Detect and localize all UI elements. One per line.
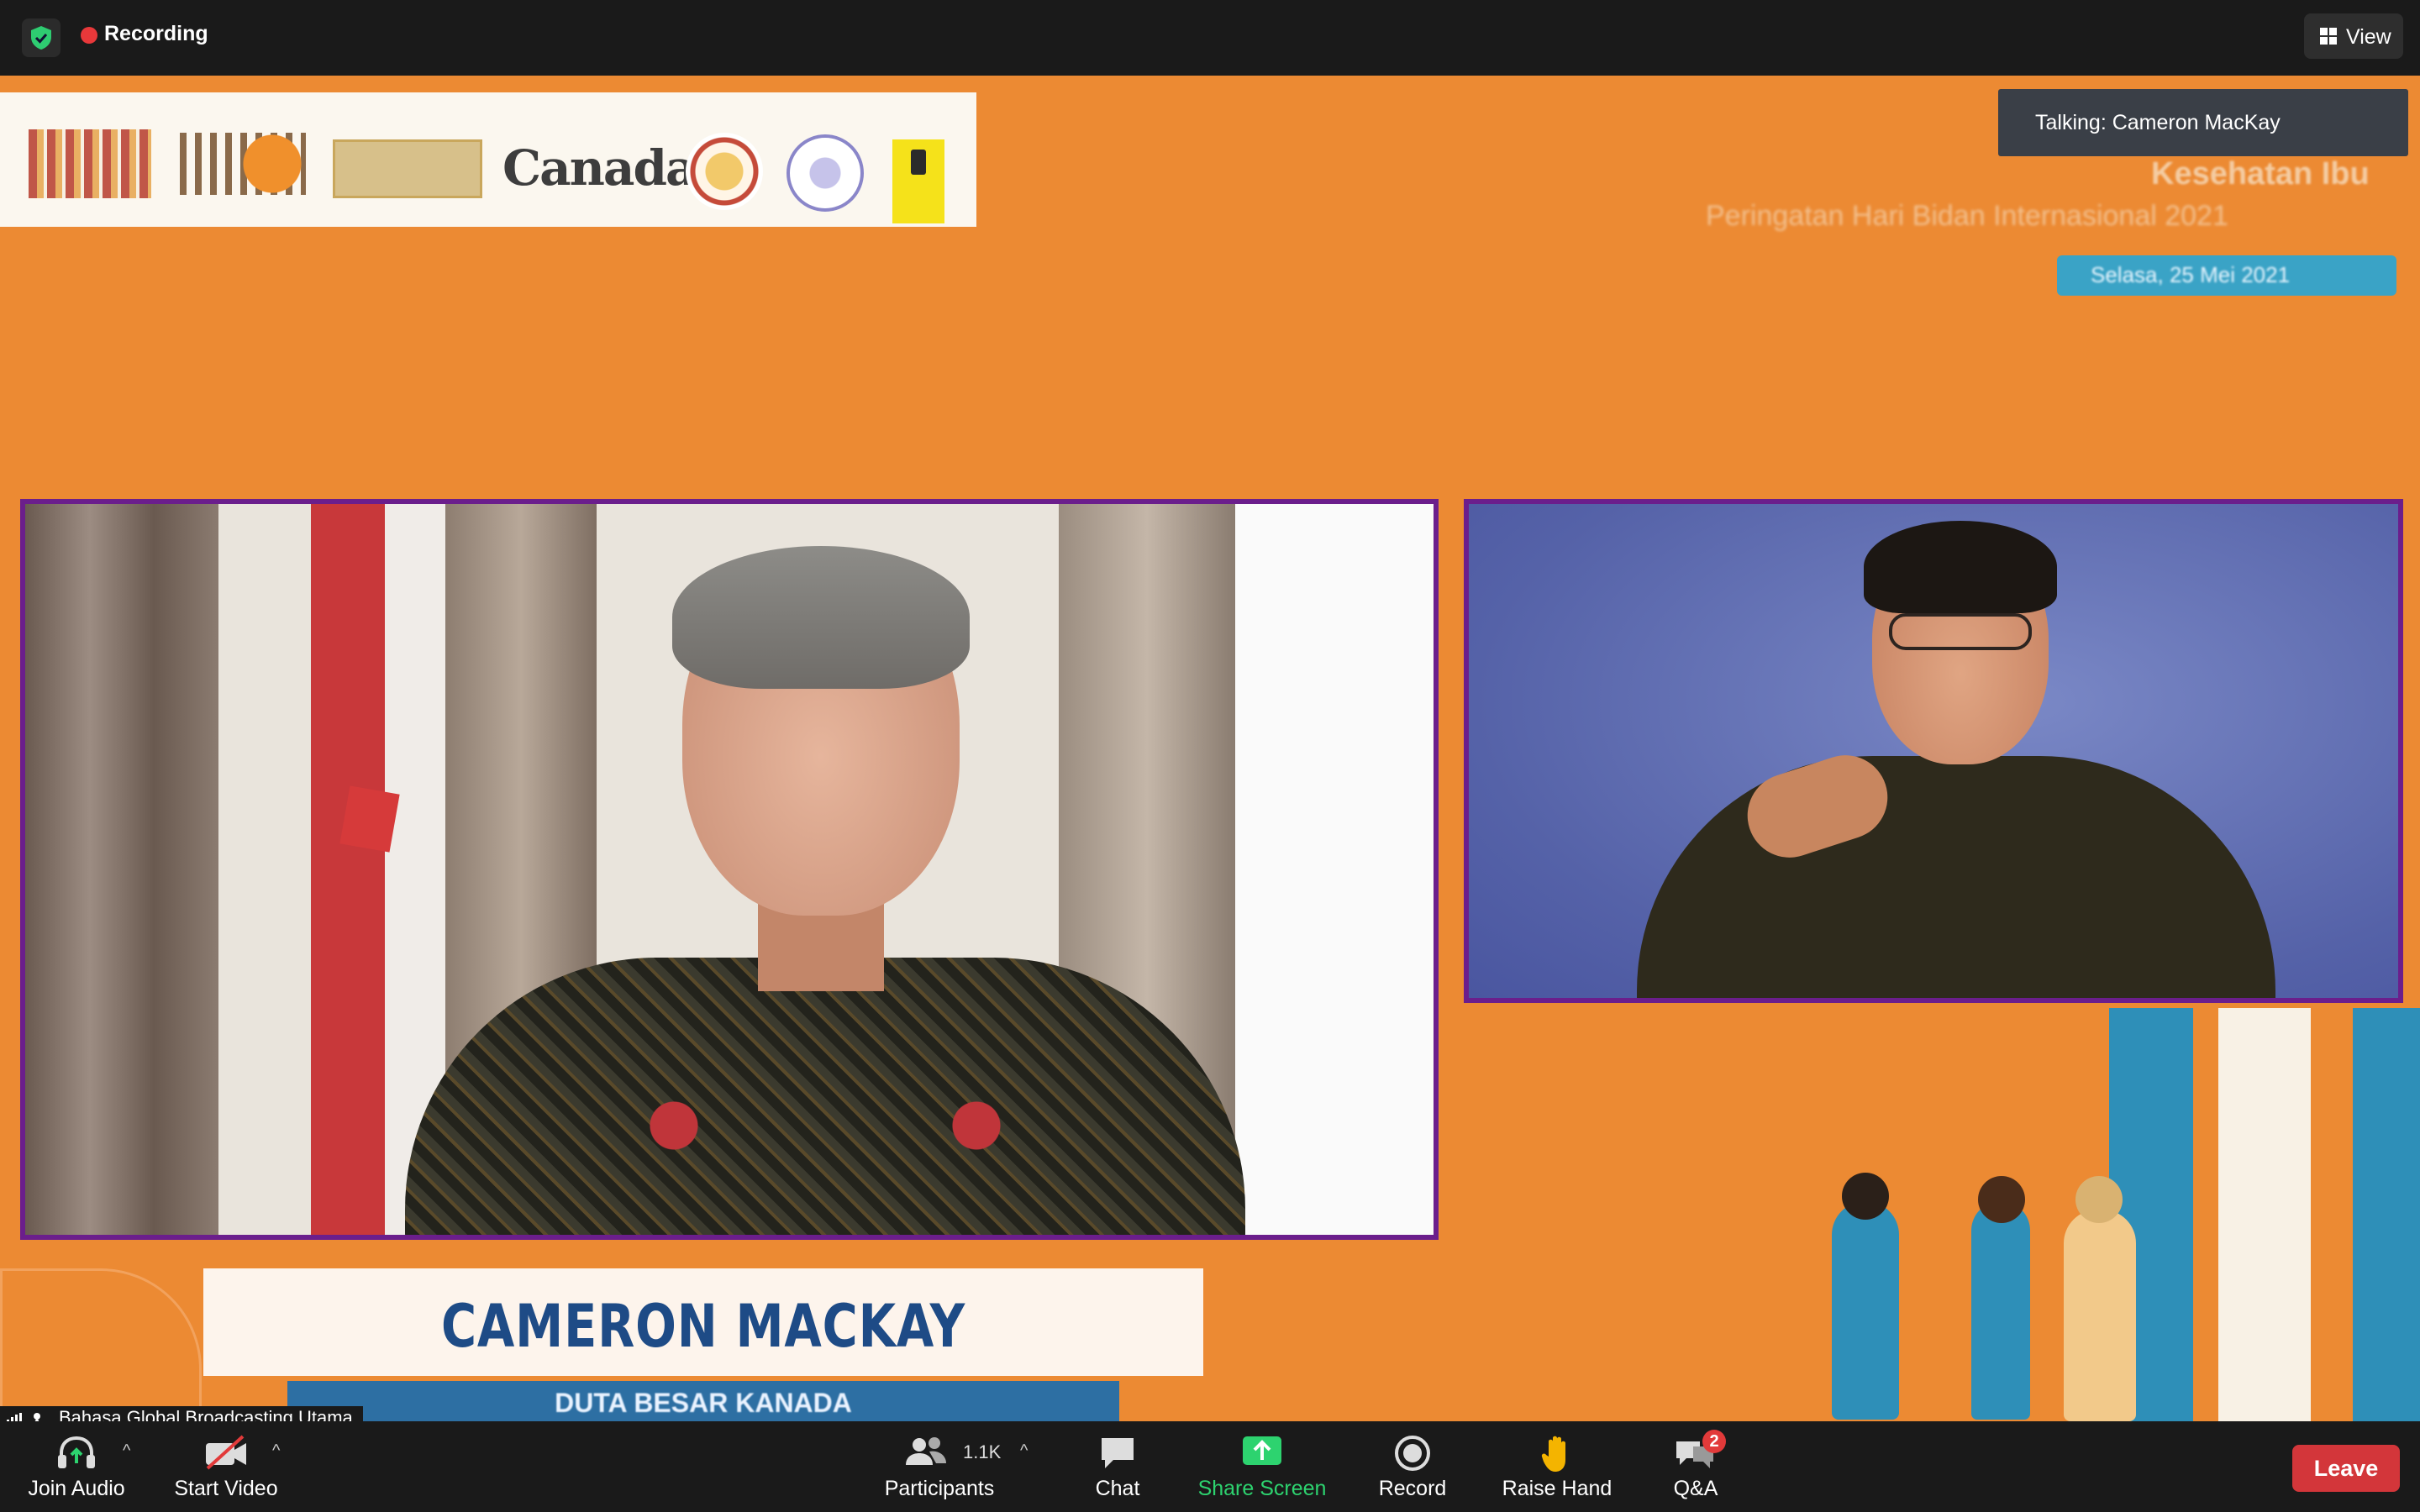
speaker-video[interactable] bbox=[20, 499, 1439, 1240]
leave-button[interactable]: Leave bbox=[2292, 1445, 2400, 1492]
meeting-toolbar: Join Audio ^ Start Video ^ 1.1K Particip… bbox=[0, 1421, 2420, 1512]
unfpa-logo bbox=[180, 133, 306, 195]
sponsor-logo bbox=[892, 139, 944, 223]
talking-indicator: Talking: Cameron MacKay bbox=[1998, 89, 2408, 156]
slide-subtitle: Peringatan Hari Bidan Internasional 2021 bbox=[1706, 200, 2228, 232]
sponsor-logo bbox=[29, 129, 151, 198]
join-audio-button[interactable]: Join Audio bbox=[15, 1421, 138, 1512]
headphones-icon bbox=[58, 1436, 95, 1468]
chat-label: Chat bbox=[1095, 1477, 1140, 1500]
recording-dot-icon bbox=[81, 27, 97, 44]
speaker-name: CAMERON MACKAY bbox=[440, 1292, 966, 1361]
signer-glasses bbox=[1889, 613, 2032, 650]
start-video-button[interactable]: Start Video bbox=[165, 1421, 287, 1512]
slide-title: Kesehatan Ibu bbox=[2151, 156, 2370, 192]
raise-hand-label: Raise Hand bbox=[1502, 1477, 1612, 1500]
audio-options-caret-icon[interactable]: ^ bbox=[123, 1441, 139, 1460]
speaker-nameplate: CAMERON MACKAY bbox=[203, 1268, 1203, 1376]
start-video-label: Start Video bbox=[174, 1477, 278, 1500]
qa-button[interactable]: 2 Q&A bbox=[1654, 1421, 1738, 1512]
recording-label: Recording bbox=[104, 22, 208, 45]
speaker-title: DUTA BESAR KANADA bbox=[555, 1388, 852, 1418]
meeting-stage: Canada Kesehatan Ibu Peringatan Hari Bid… bbox=[0, 76, 2420, 1421]
view-button-label: View bbox=[2346, 25, 2391, 49]
broadcast-icon bbox=[34, 1413, 40, 1421]
participants-button[interactable]: 1.1K Participants bbox=[874, 1421, 1005, 1512]
participants-label: Participants bbox=[884, 1477, 995, 1500]
slide-date: Selasa, 25 Mei 2021 bbox=[2091, 262, 2291, 287]
signer-hair bbox=[1864, 521, 2057, 613]
sponsor-seal-logo bbox=[686, 133, 763, 210]
illustration-figure-head bbox=[1978, 1176, 2025, 1223]
video-options-caret-icon[interactable]: ^ bbox=[272, 1441, 289, 1460]
share-screen-button[interactable]: Share Screen bbox=[1192, 1421, 1333, 1512]
batik-shirt bbox=[405, 958, 1245, 1235]
talking-label: Talking: Cameron MacKay bbox=[2035, 111, 2281, 134]
sponsor-seal-logo bbox=[786, 134, 864, 212]
share-screen-icon bbox=[1243, 1436, 1281, 1465]
sponsor-logo bbox=[333, 139, 482, 198]
audio-source-name: Bahasa Global Broadcasting Utama bbox=[59, 1407, 353, 1421]
sponsor-logo-strip: Canada bbox=[0, 92, 976, 227]
qa-notification-badge: 2 bbox=[1702, 1430, 1726, 1453]
record-label: Record bbox=[1378, 1477, 1447, 1500]
speaker-person bbox=[405, 538, 1245, 1235]
record-button[interactable]: Record bbox=[1366, 1421, 1459, 1512]
raise-hand-button[interactable]: Raise Hand bbox=[1494, 1421, 1620, 1512]
join-audio-label: Join Audio bbox=[28, 1477, 125, 1500]
curtain bbox=[25, 504, 218, 1235]
decorative-flower bbox=[0, 1268, 202, 1421]
top-bar: Recording View bbox=[0, 0, 2420, 76]
illustration-stripe bbox=[2353, 1008, 2420, 1421]
illustration-figure bbox=[1971, 1201, 2030, 1420]
video-off-icon bbox=[206, 1435, 246, 1470]
raised-hand-icon bbox=[1541, 1436, 1565, 1472]
chat-button[interactable]: Chat bbox=[1077, 1421, 1158, 1512]
participants-count: 1.1K bbox=[963, 1441, 1002, 1462]
canada-logo: Canada bbox=[502, 139, 697, 197]
audio-source-label[interactable]: Bahasa Global Broadcasting Utama bbox=[0, 1406, 363, 1421]
participants-options-caret-icon[interactable]: ^ bbox=[1020, 1441, 1037, 1460]
view-button[interactable]: View bbox=[2304, 13, 2403, 59]
illustration-stripe bbox=[2218, 1008, 2311, 1421]
speaker-title-bar: DUTA BESAR KANADA bbox=[287, 1381, 1119, 1421]
slide-date-pill: Selasa, 25 Mei 2021 bbox=[2057, 255, 2396, 296]
illustration-figure bbox=[2064, 1210, 2136, 1421]
grid-view-icon bbox=[2320, 28, 2337, 45]
illustration-figure bbox=[1832, 1201, 1899, 1420]
sign-interpreter-video[interactable] bbox=[1464, 499, 2403, 1003]
share-screen-label: Share Screen bbox=[1197, 1477, 1327, 1500]
chat-bubble-icon bbox=[1102, 1438, 1134, 1468]
illustration-figure-head bbox=[1842, 1173, 1889, 1220]
window bbox=[1235, 504, 1434, 1235]
record-icon bbox=[1395, 1436, 1430, 1471]
illustration-figure-head bbox=[2075, 1176, 2123, 1223]
qa-label: Q&A bbox=[1673, 1477, 1718, 1500]
security-shield-icon[interactable] bbox=[22, 18, 60, 57]
participants-icon bbox=[906, 1437, 947, 1465]
signal-bars-icon bbox=[7, 1413, 22, 1421]
speaker-hair bbox=[672, 546, 970, 689]
